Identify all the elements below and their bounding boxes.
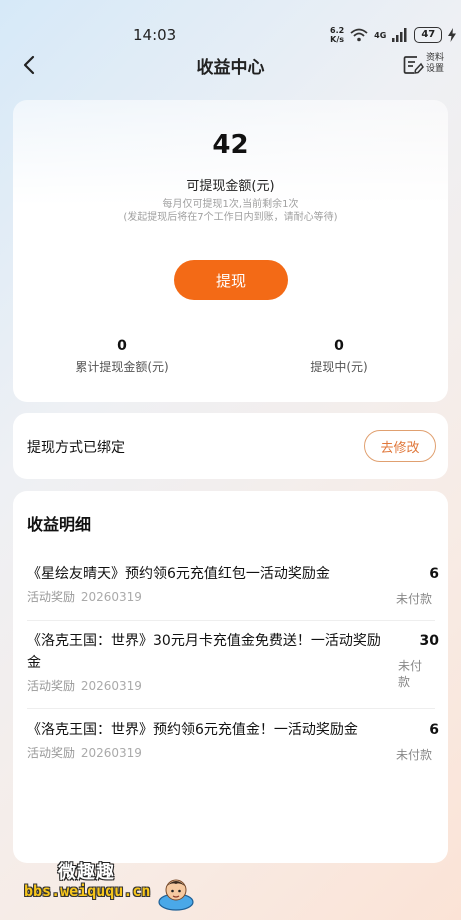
item-tag: 活动奖励	[27, 679, 76, 693]
modify-method-button[interactable]: 去修改	[364, 430, 436, 462]
withdrawing-label: 提现中(元)	[310, 360, 368, 374]
status-bar: 14:03 6.2 K/s 4G 47	[0, 0, 461, 48]
withdraw-method-card: 提现方式已绑定 去修改	[13, 413, 448, 479]
item-meta: 活动奖励 20260319	[27, 678, 437, 694]
item-name: 《星绘友晴天》预约领6元充值红包一活动奖励金	[27, 566, 330, 582]
earnings-details-card: 收益明细 《星绘友晴天》预约领6元充值红包一活动奖励金 活动奖励 2026031…	[13, 491, 448, 863]
signal-icon	[392, 28, 408, 42]
item-status: 未付款	[398, 659, 423, 689]
withdraw-limit-note: 每月仅可提现1次,当前剩余1次 (发起提现后将在7个工作日内到账，请耐心等待)	[13, 198, 448, 224]
status-indicators: 6.2 K/s 4G 47	[330, 24, 457, 46]
network-speed-unit: K/s	[330, 35, 345, 44]
item-amount: 30	[419, 633, 439, 649]
earnings-details-title: 收益明细	[27, 515, 92, 534]
item-date: 20260319	[80, 679, 142, 693]
status-time: 14:03	[133, 26, 177, 44]
network-type-label: 4G	[374, 30, 387, 40]
list-item[interactable]: 《星绘友晴天》预约领6元充值红包一活动奖励金 活动奖励 20260319 6 未…	[27, 563, 439, 606]
watermark: 微趣趣 bbs.weiququ.cn	[0, 852, 210, 920]
list-item[interactable]: 《洛克王国：世界》预约领6元充值金！一活动奖励金 活动奖励 20260319 6…	[27, 719, 439, 762]
withdrawable-amount-label: 可提现金额(元)	[186, 179, 275, 194]
withdraw-method-status: 提现方式已绑定	[27, 440, 125, 456]
item-name: 《洛克王国：世界》30元月卡充值金免费送！一活动奖励金	[27, 633, 381, 671]
charging-icon	[448, 28, 457, 42]
total-withdrawn-stat: 0 累计提现金额(元)	[22, 338, 222, 375]
item-tag: 活动奖励	[27, 746, 76, 760]
divider	[27, 708, 435, 709]
total-withdrawn-value: 0	[117, 338, 127, 354]
mascot-icon	[158, 879, 194, 911]
list-item[interactable]: 《洛克王国：世界》30元月卡充值金免费送！一活动奖励金 活动奖励 2026031…	[27, 630, 439, 694]
profile-settings-label: 资料设置	[426, 53, 445, 74]
battery-icon: 47	[414, 27, 443, 43]
item-amount: 6	[429, 566, 439, 582]
document-edit-icon	[403, 56, 424, 74]
item-name: 《洛克王国：世界》预约领6元充值金！一活动奖励金	[27, 722, 358, 738]
network-speed-value: 6.2	[330, 26, 345, 35]
withdrawing-stat: 0 提现中(元)	[239, 338, 439, 375]
total-withdrawn-label: 累计提现金额(元)	[75, 360, 169, 374]
item-status: 未付款	[396, 748, 433, 762]
withdraw-arrival-note: (发起提现后将在7个工作日内到账，请耐心等待)	[123, 212, 338, 223]
item-date: 20260319	[80, 590, 142, 604]
item-tag: 活动奖励	[27, 590, 76, 604]
item-status: 未付款	[396, 592, 433, 606]
balance-card: 42 可提现金额(元) 每月仅可提现1次,当前剩余1次 (发起提现后将在7个工作…	[13, 100, 448, 402]
item-date: 20260319	[80, 746, 142, 760]
watermark-title: 微趣趣	[58, 862, 115, 883]
item-amount: 6	[429, 722, 439, 738]
divider	[27, 620, 435, 621]
withdraw-button[interactable]: 提现	[174, 260, 288, 300]
item-meta: 活动奖励 20260319	[27, 745, 437, 761]
watermark-url: bbs.weiququ.cn	[24, 882, 151, 900]
item-meta: 活动奖励 20260319	[27, 589, 437, 605]
wifi-icon	[350, 28, 368, 42]
network-speed: 6.2 K/s	[330, 26, 344, 44]
navigation-bar: 收益中心 资料设置	[0, 48, 461, 84]
withdrawable-amount: 42	[212, 130, 249, 160]
profile-settings-button[interactable]: 资料设置	[400, 50, 452, 82]
page-title: 收益中心	[196, 58, 265, 78]
withdraw-limit-line: 每月仅可提现1次,当前剩余1次	[162, 199, 299, 210]
withdrawing-value: 0	[334, 338, 344, 354]
